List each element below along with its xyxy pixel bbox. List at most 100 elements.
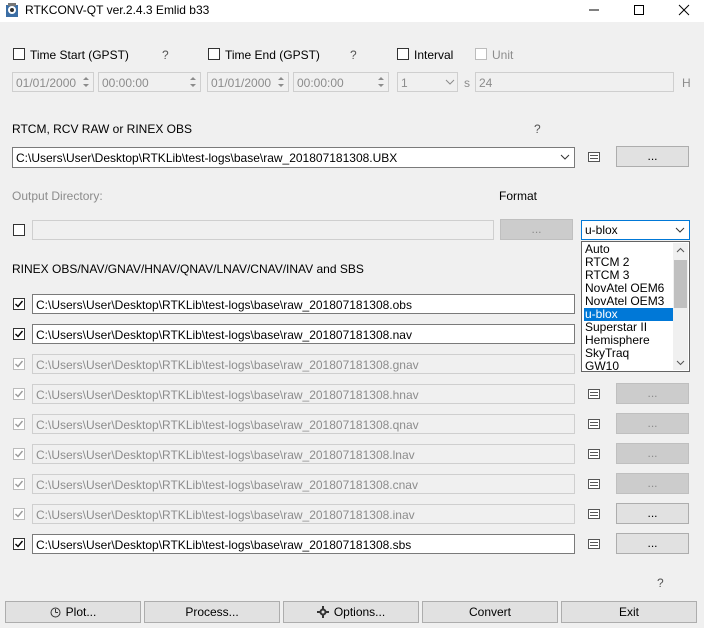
output-dir-checkbox[interactable]: [13, 224, 25, 236]
footer-help[interactable]: ?: [657, 576, 664, 590]
chevron-down-icon: [445, 79, 455, 85]
start-date-input[interactable]: 01/01/2000: [12, 72, 94, 92]
rinex-row-checkbox[interactable]: [13, 418, 25, 430]
rinex-row-path-input[interactable]: C:\Users\User\Desktop\RTKLib\test-logs\b…: [32, 504, 575, 524]
view-file-icon[interactable]: [588, 419, 600, 429]
rinex-row-browse-button[interactable]: ...: [616, 443, 689, 464]
view-file-icon[interactable]: [588, 152, 600, 162]
view-file-icon[interactable]: [588, 479, 600, 489]
format-dropdown-list[interactable]: Auto RTCM 2 RTCM 3 NovAtel OEM6 NovAtel OEM3…: [581, 241, 690, 372]
time-end-checkbox[interactable]: [208, 48, 220, 60]
view-file-icon[interactable]: [588, 449, 600, 459]
end-date-value: 01/01/2000: [211, 76, 272, 90]
rinex-row-path-input[interactable]: C:\Users\User\Desktop\RTKLib\test-logs\b…: [32, 294, 575, 314]
gear-icon: [316, 606, 329, 618]
interval-checkbox[interactable]: [397, 48, 409, 60]
rinex-row-path: C:\Users\User\Desktop\RTKLib\test-logs\b…: [36, 418, 419, 432]
rinex-row-checkbox[interactable]: [13, 538, 25, 550]
rinex-row-path-input[interactable]: C:\Users\User\Desktop\RTKLib\test-logs\b…: [32, 534, 575, 554]
unit-checkbox[interactable]: [475, 48, 487, 60]
convert-button[interactable]: Convert: [422, 601, 558, 623]
end-time-input[interactable]: 00:00:00: [293, 72, 389, 92]
options-button[interactable]: Options...: [283, 601, 419, 623]
rinex-row-path-input[interactable]: C:\Users\User\Desktop\RTKLib\test-logs\b…: [32, 444, 575, 464]
rinex-row-path: C:\Users\User\Desktop\RTKLib\test-logs\b…: [36, 478, 418, 492]
plot-icon: [50, 607, 61, 618]
view-file-icon[interactable]: [588, 389, 600, 399]
rinex-row-checkbox[interactable]: [13, 448, 25, 460]
rinex-row-path-input[interactable]: C:\Users\User\Desktop\RTKLib\test-logs\b…: [32, 414, 575, 434]
check-icon: [15, 480, 24, 488]
time-start-checkbox[interactable]: [13, 48, 25, 60]
time-end-label: Time End (GPST): [225, 48, 320, 62]
rinex-row-checkbox[interactable]: [13, 508, 25, 520]
close-icon: [678, 4, 690, 16]
output-dir-browse-button[interactable]: ...: [500, 219, 573, 240]
exit-label: Exit: [618, 605, 639, 619]
exit-button[interactable]: Exit: [561, 601, 697, 623]
unit-input[interactable]: 24: [475, 72, 674, 92]
rinex-row-path-input[interactable]: C:\Users\User\Desktop\RTKLib\test-logs\b…: [32, 384, 575, 404]
check-icon: [15, 330, 24, 338]
rinex-row-browse-button[interactable]: ...: [616, 383, 689, 404]
rinex-row-browse-button[interactable]: ...: [616, 533, 689, 554]
dropdown-scrollbar[interactable]: [673, 243, 688, 370]
input-file-path: C:\Users\User\Desktop\RTKLib\test-logs\b…: [16, 151, 398, 165]
rinex-row-checkbox[interactable]: [13, 328, 25, 340]
spin-arrows-icon: [378, 77, 384, 87]
rinex-row-browse-button[interactable]: ...: [616, 503, 689, 524]
maximize-button[interactable]: [617, 0, 661, 20]
scroll-down-icon[interactable]: [676, 358, 685, 367]
spin-arrows-icon: [190, 77, 196, 87]
rinex-row-path-input[interactable]: C:\Users\User\Desktop\RTKLib\test-logs\b…: [32, 354, 575, 374]
start-date-value: 01/01/2000: [16, 76, 77, 90]
convert-label: Convert: [468, 605, 512, 619]
rinex-row-checkbox[interactable]: [13, 478, 25, 490]
rinex-row-path: C:\Users\User\Desktop\RTKLib\test-logs\b…: [36, 538, 412, 552]
close-button[interactable]: [662, 0, 704, 20]
unit-label: Unit: [492, 48, 514, 62]
end-date-input[interactable]: 01/01/2000: [207, 72, 289, 92]
interval-select[interactable]: 1: [397, 72, 458, 92]
format-selected: u-blox: [585, 223, 618, 237]
rinex-row-checkbox[interactable]: [13, 298, 25, 310]
app-icon: [6, 3, 18, 17]
rinex-row-browse-button[interactable]: ...: [616, 413, 689, 434]
spin-arrows-icon: [278, 77, 284, 87]
rinex-label: RINEX OBS/NAV/GNAV/HNAV/QNAV/LNAV/CNAV/I…: [12, 262, 364, 276]
view-file-icon[interactable]: [588, 509, 600, 519]
rinex-row-path-input[interactable]: C:\Users\User\Desktop\RTKLib\test-logs\b…: [32, 324, 575, 344]
output-dir-input[interactable]: [32, 220, 494, 240]
unit-value: 24: [479, 76, 493, 90]
input-help[interactable]: ?: [534, 122, 541, 136]
format-option[interactable]: GW10: [584, 360, 673, 372]
input-browse-button[interactable]: ...: [616, 146, 689, 167]
rinex-row-checkbox[interactable]: [13, 358, 25, 370]
maximize-icon: [634, 5, 644, 15]
rinex-row-path: C:\Users\User\Desktop\RTKLib\test-logs\b…: [36, 388, 419, 402]
time-end-help[interactable]: ?: [350, 48, 357, 62]
input-file-combo[interactable]: C:\Users\User\Desktop\RTKLib\test-logs\b…: [12, 147, 575, 168]
view-file-icon[interactable]: [588, 539, 600, 549]
spin-arrows-icon: [83, 77, 89, 87]
rinex-row-path-input[interactable]: C:\Users\User\Desktop\RTKLib\test-logs\b…: [32, 474, 575, 494]
time-start-label: Time Start (GPST): [30, 48, 129, 62]
dropdown-scroll-thumb[interactable]: [674, 260, 687, 308]
format-select[interactable]: u-blox: [581, 220, 690, 240]
rinex-row-browse-button[interactable]: ...: [616, 473, 689, 494]
options-label: Options...: [333, 605, 386, 619]
start-time-value: 00:00:00: [102, 76, 149, 90]
interval-value: 1: [401, 76, 408, 90]
rinex-row-path: C:\Users\User\Desktop\RTKLib\test-logs\b…: [36, 328, 412, 342]
window-title: RTKCONV-QT ver.2.4.3 Emlid b33: [25, 3, 210, 17]
minimize-icon: [589, 9, 599, 11]
format-label: Format: [499, 189, 538, 203]
interval-unit: s: [464, 76, 470, 90]
process-button[interactable]: Process...: [144, 601, 280, 623]
minimize-button[interactable]: [572, 0, 616, 20]
plot-button[interactable]: Plot...: [5, 601, 141, 623]
time-start-help[interactable]: ?: [162, 48, 169, 62]
start-time-input[interactable]: 00:00:00: [98, 72, 201, 92]
scroll-up-icon[interactable]: [676, 246, 685, 255]
rinex-row-checkbox[interactable]: [13, 388, 25, 400]
